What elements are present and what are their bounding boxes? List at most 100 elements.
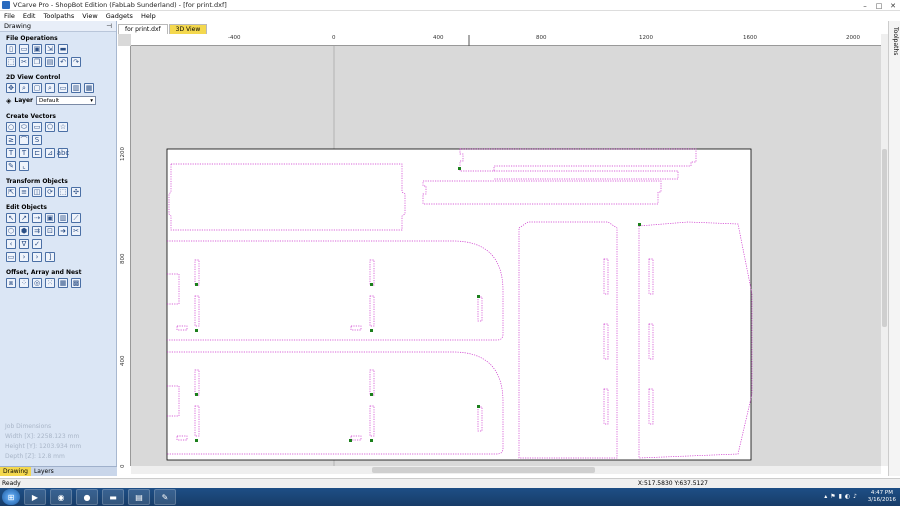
circle-icon[interactable]: ○: [6, 122, 16, 132]
section-title: File Operations: [6, 35, 58, 42]
vcarve-icon[interactable]: ✎: [154, 489, 176, 505]
offset-icon[interactable]: ⧈: [6, 278, 16, 288]
close-button[interactable]: ✕: [886, 0, 900, 11]
cut-icon[interactable]: ✂: [19, 57, 29, 67]
file-explorer-icon[interactable]: ▬: [102, 489, 124, 505]
polyline-icon[interactable]: ≥: [6, 135, 16, 145]
redo-icon[interactable]: ↷: [71, 57, 81, 67]
weld-icon[interactable]: ⬡: [6, 226, 16, 236]
menu-edit[interactable]: Edit: [23, 12, 36, 20]
star-icon[interactable]: ☆: [58, 122, 68, 132]
clock[interactable]: 4:47 PM 3/16/2016: [868, 490, 896, 504]
save-icon[interactable]: ▣: [32, 44, 42, 54]
fillet-icon[interactable]: ⌞: [19, 161, 29, 171]
arc-cut-icon[interactable]: ›: [19, 252, 29, 262]
join-icon[interactable]: ⇉: [32, 226, 42, 236]
nest-parts-icon[interactable]: ▩: [71, 278, 81, 288]
trim-icon[interactable]: ✂: [71, 226, 81, 236]
group-icon[interactable]: ▣: [45, 213, 55, 223]
node-edit-icon[interactable]: ↗: [19, 213, 29, 223]
tab-drawing[interactable]: Drawing: [0, 467, 31, 476]
minimize-button[interactable]: –: [858, 0, 872, 11]
scrollbar-thumb[interactable]: [372, 467, 595, 473]
ungroup-icon[interactable]: ▥: [58, 213, 68, 223]
menu-file[interactable]: File: [4, 12, 15, 20]
tab-3d-view[interactable]: 3D View: [168, 24, 208, 34]
transform-section: Transform Objects ⇱ ≡ ◫ ⟳ ⬚ ✣: [0, 175, 116, 201]
text-icon[interactable]: T: [6, 148, 16, 158]
menu-view[interactable]: View: [82, 12, 97, 20]
layer-dropdown[interactable]: Default ▾: [36, 96, 97, 105]
rounded-rect-icon[interactable]: ▭: [6, 252, 16, 262]
bracket-icon[interactable]: ]: [45, 252, 55, 262]
zoom-icon[interactable]: ⌕: [45, 83, 55, 93]
open-file-icon[interactable]: ▭: [19, 44, 29, 54]
subtract-icon[interactable]: ⬢: [19, 226, 29, 236]
undo-icon[interactable]: ↶: [58, 57, 68, 67]
app-icon[interactable]: ▤: [128, 489, 150, 505]
maximize-button[interactable]: □: [872, 0, 886, 11]
menu-toolpaths[interactable]: Toolpaths: [43, 12, 74, 20]
interactive-select-icon[interactable]: ⇢: [32, 213, 42, 223]
view-toggle-icon[interactable]: ▦: [84, 83, 94, 93]
toolpaths-panel-tab[interactable]: Toolpaths: [888, 21, 900, 476]
close-vectors-icon[interactable]: ⊡: [45, 226, 55, 236]
vector-drawing: [166, 35, 753, 466]
tab-for-print-dxf[interactable]: for print.dxf: [118, 24, 168, 34]
import-icon[interactable]: ⇲: [45, 44, 55, 54]
folder-icon[interactable]: ▬: [58, 44, 68, 54]
material-sheet: [166, 148, 752, 461]
menu-gadgets[interactable]: Gadgets: [106, 12, 133, 20]
array-copy-icon[interactable]: ⁘: [19, 278, 29, 288]
curve-icon[interactable]: S: [32, 135, 42, 145]
zoom-all-icon[interactable]: ▢: [32, 83, 42, 93]
arc-icon[interactable]: ⌒: [19, 135, 29, 145]
tab-layers[interactable]: Layers: [31, 467, 57, 476]
move-icon[interactable]: ⇱: [6, 187, 16, 197]
scrollbar-thumb[interactable]: [882, 149, 887, 327]
center-icon[interactable]: ✣: [71, 187, 81, 197]
step-repeat-icon[interactable]: ⁙: [45, 278, 55, 288]
trace-bitmap-icon[interactable]: ✎: [6, 161, 16, 171]
rectangle-icon[interactable]: ▭: [32, 122, 42, 132]
scale-icon[interactable]: ⬚: [58, 187, 68, 197]
menu-help[interactable]: Help: [141, 12, 156, 20]
extend-icon[interactable]: ➜: [58, 226, 68, 236]
pan-icon[interactable]: ✥: [6, 83, 16, 93]
dimension-angle-icon[interactable]: ⊿: [45, 148, 55, 158]
dimension-icon[interactable]: ⊏: [32, 148, 42, 158]
curve-fit-icon[interactable]: ∇: [19, 239, 29, 249]
vertical-scrollbar[interactable]: [881, 34, 888, 466]
copy-icon[interactable]: ❐: [32, 57, 42, 67]
check-icon[interactable]: ✓: [32, 239, 42, 249]
polygon-icon[interactable]: ⬠: [45, 122, 55, 132]
view-material-icon[interactable]: ▭: [58, 83, 68, 93]
smooth-icon[interactable]: ‹: [6, 239, 16, 249]
start-button[interactable]: ⊞: [2, 489, 20, 505]
text-layout-icon[interactable]: abc: [57, 148, 69, 158]
rotate-icon[interactable]: ⟳: [45, 187, 55, 197]
zoom-box-icon[interactable]: ⌕: [19, 83, 29, 93]
select-all-icon[interactable]: ⬚: [6, 57, 16, 67]
circular-array-icon[interactable]: ◎: [32, 278, 42, 288]
horizontal-scrollbar[interactable]: [131, 466, 881, 474]
window-title: VCarve Pro - ShopBot Edition (FabLab Sun…: [13, 1, 227, 9]
chrome-icon[interactable]: ◉: [50, 489, 72, 505]
align-icon[interactable]: ≡: [19, 187, 29, 197]
pin-icon[interactable]: ⊣: [106, 22, 112, 30]
text-on-curve-icon[interactable]: Ƭ: [19, 148, 29, 158]
view-panels-icon[interactable]: ▥: [71, 83, 81, 93]
nest-icon[interactable]: ▦: [58, 278, 68, 288]
mirror-icon[interactable]: ◫: [32, 187, 42, 197]
measure-icon[interactable]: ⟋: [71, 213, 81, 223]
paste-icon[interactable]: ▤: [45, 57, 55, 67]
firefox-icon[interactable]: ●: [76, 489, 98, 505]
toolpaths-tab-label: Toolpaths: [892, 27, 899, 56]
new-file-icon[interactable]: ▯: [6, 44, 16, 54]
chevron-right-icon[interactable]: ›: [32, 252, 42, 262]
media-player-icon[interactable]: ▶: [24, 489, 46, 505]
select-icon[interactable]: ↖: [6, 213, 16, 223]
ellipse-icon[interactable]: ⬭: [19, 122, 29, 132]
drawing-viewport[interactable]: -400 0 400 800 1200 1600 2000 1200 800 4…: [118, 34, 881, 468]
system-tray-icons[interactable]: ▴⚑▮◐♪: [824, 493, 860, 500]
